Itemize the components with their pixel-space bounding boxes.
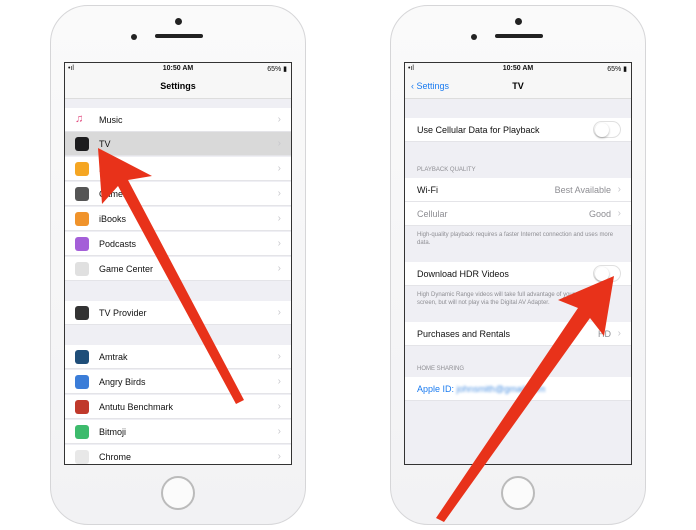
annotation-arrows xyxy=(98,148,614,522)
arrow-right xyxy=(436,276,614,522)
arrow-left xyxy=(98,148,244,404)
